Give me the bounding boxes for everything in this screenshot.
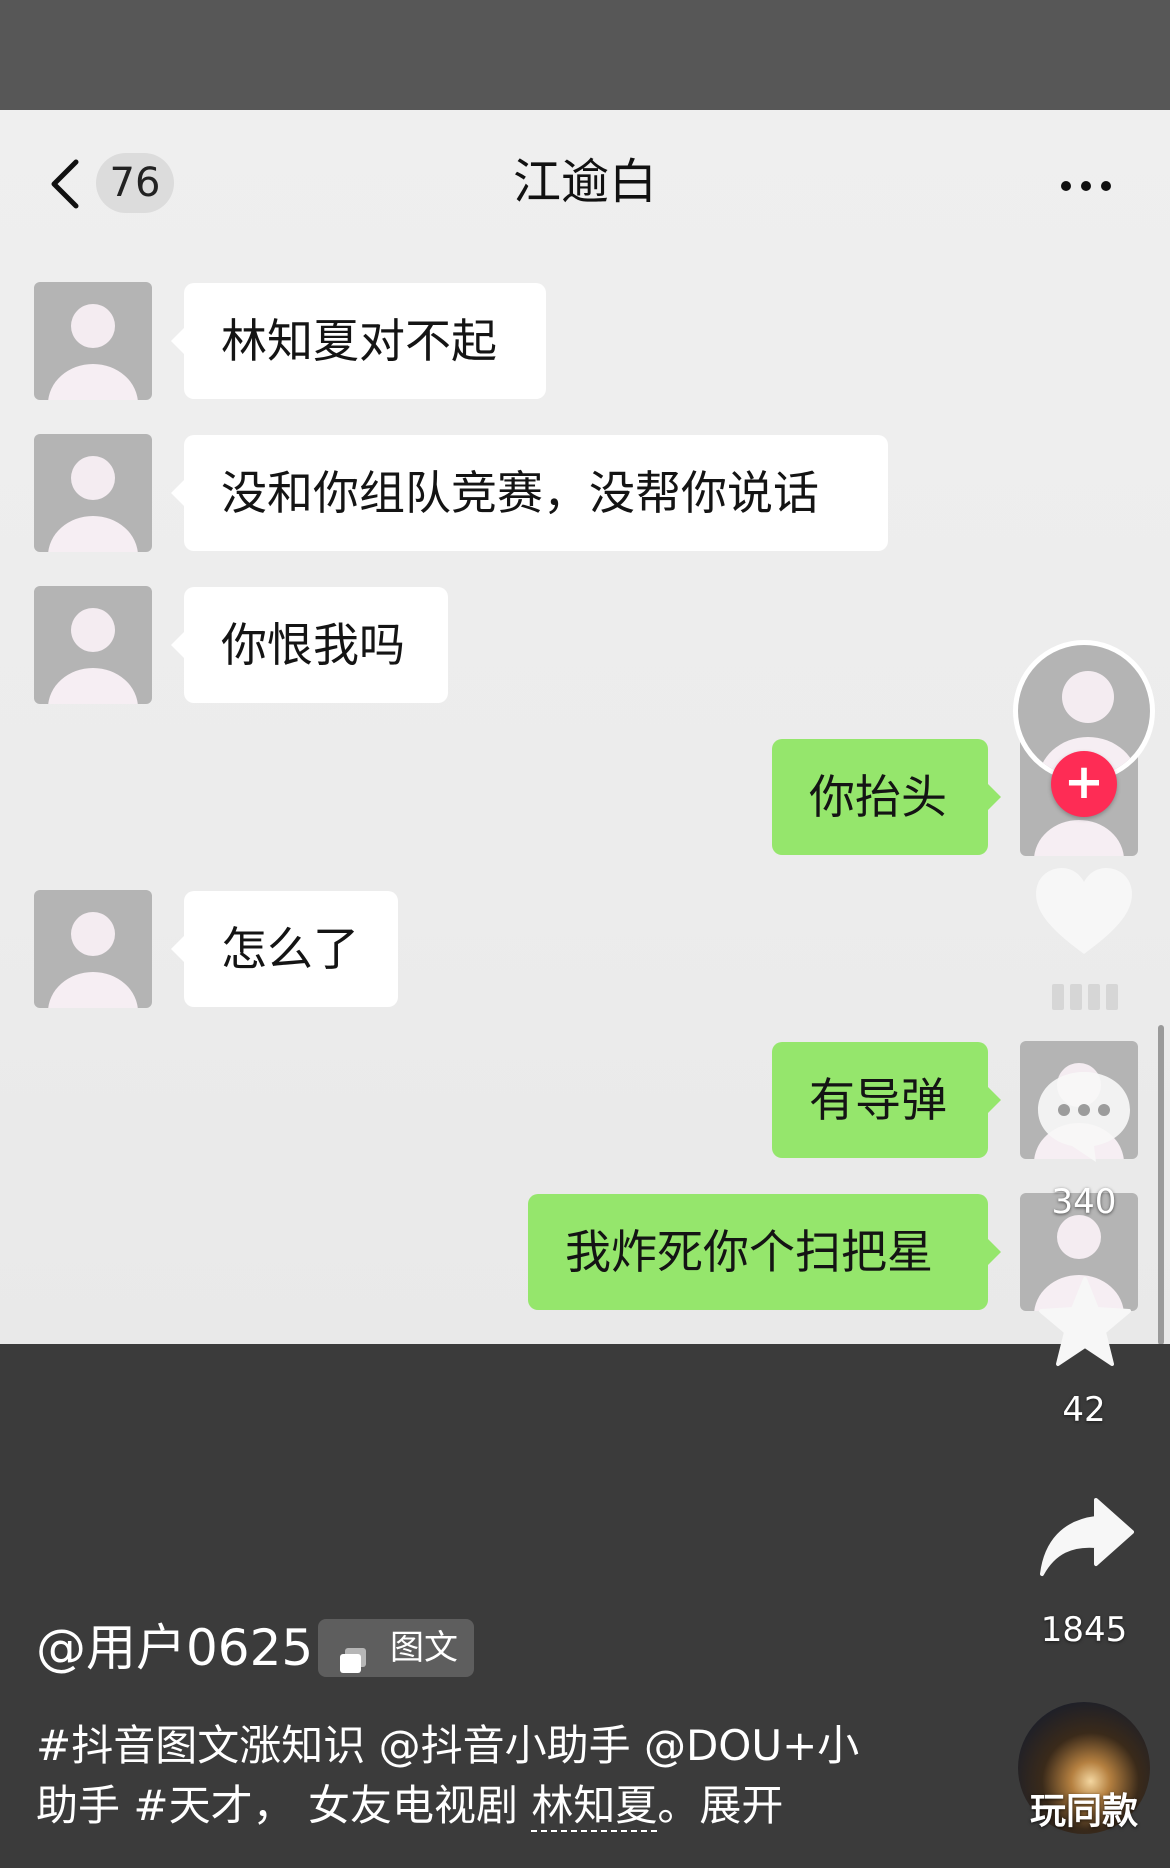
post-type-badge: 图文	[318, 1619, 474, 1677]
avatar-body	[48, 516, 138, 552]
contact-avatar[interactable]	[34, 890, 152, 1008]
message-bubble-sent[interactable]: 你抬头	[772, 739, 1001, 855]
more-dots-icon[interactable]	[1058, 166, 1114, 206]
heart-icon[interactable]	[1034, 866, 1134, 962]
follow-button[interactable]: +	[1051, 751, 1117, 817]
expand-link[interactable]: 展开	[699, 1781, 783, 1830]
share-arrow-icon[interactable]	[1038, 1496, 1134, 1584]
avatar-body	[1034, 820, 1124, 856]
mention-link[interactable]: @DOU+小	[644, 1721, 859, 1770]
message-bubble-received[interactable]: 怎么了	[171, 891, 398, 1007]
post-type-label: 图文	[390, 1628, 458, 1668]
hashtag-link[interactable]: #抖音图文涨知识	[36, 1721, 365, 1770]
comment-bubble-icon[interactable]	[1034, 1068, 1134, 1168]
image-stack-icon	[338, 1635, 368, 1673]
message-bubble-sent[interactable]: 我炸死你个扫把星	[528, 1194, 1001, 1310]
avatar-body	[48, 364, 138, 400]
remix-button-label[interactable]: 玩同款	[1002, 1790, 1166, 1834]
hashtag-link[interactable]: #天才，	[133, 1781, 294, 1830]
contact-avatar[interactable]	[34, 586, 152, 704]
chat-header: 76 江逾白	[0, 110, 1170, 250]
contact-avatar[interactable]	[34, 282, 152, 400]
mention-link-continued[interactable]: 助手	[36, 1781, 120, 1830]
caption-text: 女友电视剧	[307, 1781, 518, 1830]
share-count: 1845	[1040, 1610, 1128, 1650]
avatar-body	[48, 668, 138, 704]
like-count-loading	[1052, 984, 1124, 1010]
favorite-count: 42	[1062, 1390, 1106, 1430]
post-caption: #抖音图文涨知识 @抖音小助手 @DOU+小 助手 #天才， 女友电视剧 林知夏…	[36, 1716, 916, 1836]
avatar-head	[71, 912, 115, 956]
avatar-head	[1062, 671, 1114, 723]
top-status-strip	[0, 0, 1170, 110]
caption-period: 。	[657, 1781, 700, 1830]
avatar-head	[71, 608, 115, 652]
chat-title: 江逾白	[512, 154, 657, 210]
message-bubble-sent[interactable]: 有导弹	[772, 1042, 1001, 1158]
comment-count: 340	[1051, 1182, 1117, 1222]
star-icon[interactable]	[1038, 1276, 1132, 1372]
avatar-head	[71, 304, 115, 348]
message-bubble-received[interactable]: 没和你组队竞赛，没帮你说话	[171, 435, 888, 551]
mention-link[interactable]: @抖音小助手	[379, 1721, 631, 1770]
avatar-head	[71, 456, 115, 500]
message-bubble-received[interactable]: 林知夏对不起	[171, 283, 546, 399]
avatar-body	[48, 972, 138, 1008]
search-keyword-link[interactable]: 林知夏	[531, 1781, 658, 1832]
contact-avatar[interactable]	[34, 434, 152, 552]
message-bubble-received[interactable]: 你恨我吗	[171, 587, 448, 703]
chat-screenshot: 76 江逾白 林知夏对不起 没和你组队竞赛，没帮你说话 你恨我吗 你抬头 怎么了…	[0, 110, 1170, 1344]
author-name[interactable]: @用户0625	[36, 1616, 313, 1680]
